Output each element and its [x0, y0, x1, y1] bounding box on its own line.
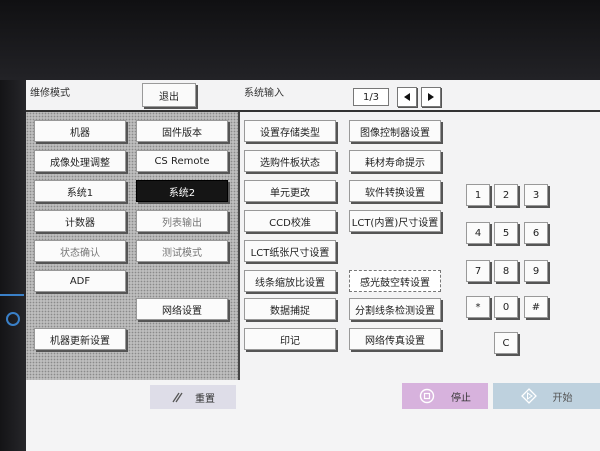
- stamp-button[interactable]: 印记: [244, 328, 336, 350]
- list-output-button[interactable]: 列表输出: [136, 210, 228, 232]
- memory-type-button[interactable]: 设置存储类型: [244, 120, 336, 142]
- stop-button[interactable]: 停止: [402, 383, 488, 409]
- touch-screen: 维修模式 退出 系统输入 1/3 机器 固件版本 成像处理调整 CS Remot…: [26, 80, 600, 451]
- exit-button[interactable]: 退出: [142, 83, 196, 107]
- stop-label: 停止: [451, 392, 471, 404]
- start-label: 开始: [552, 392, 573, 404]
- keypad-7[interactable]: 7: [466, 260, 490, 282]
- drum-idle-button[interactable]: 感光鼓空转设置: [349, 270, 441, 292]
- keypad-star[interactable]: *: [466, 296, 490, 318]
- software-switch-button[interactable]: 软件转换设置: [349, 180, 441, 202]
- section-title: 系统输入: [244, 88, 284, 99]
- status-check-button[interactable]: 状态确认: [34, 240, 126, 262]
- line-scale-button[interactable]: 线条缩放比设置: [244, 270, 336, 292]
- keypad-hash[interactable]: #: [524, 296, 548, 318]
- network-fax-button[interactable]: 网络传真设置: [349, 328, 441, 350]
- keypad-2[interactable]: 2: [494, 184, 518, 206]
- device-bezel-top: [0, 0, 600, 80]
- system1-button[interactable]: 系统1: [34, 180, 126, 202]
- keypad-0[interactable]: 0: [494, 296, 518, 318]
- keypad-clear[interactable]: C: [494, 332, 518, 354]
- triangle-right-icon: [428, 93, 434, 101]
- network-settings-button[interactable]: 网络设置: [136, 298, 228, 320]
- page-indicator: 1/3: [353, 88, 389, 106]
- machine-update-settings-button[interactable]: 机器更新设置: [34, 328, 126, 350]
- lct-paper-size-button[interactable]: LCT纸张尺寸设置: [244, 240, 336, 262]
- footer-bar: 重置 停止 开始: [26, 380, 600, 451]
- machine-button[interactable]: 机器: [34, 120, 126, 142]
- data-capture-button[interactable]: 数据捕捉: [244, 298, 336, 320]
- reset-button[interactable]: 重置: [150, 385, 236, 409]
- page-title: 维修模式: [30, 88, 70, 99]
- keypad-3[interactable]: 3: [524, 184, 548, 206]
- reset-label: 重置: [195, 393, 215, 405]
- triangle-left-icon: [404, 93, 410, 101]
- next-page-button[interactable]: [421, 87, 441, 107]
- keypad-5[interactable]: 5: [494, 222, 518, 244]
- test-mode-button[interactable]: 测试模式: [136, 240, 228, 262]
- start-icon: [520, 388, 537, 404]
- keypad-4[interactable]: 4: [466, 222, 490, 244]
- stop-icon: [419, 388, 435, 404]
- lct-internal-size-button[interactable]: LCT(内置)尺寸设置: [349, 210, 441, 232]
- option-board-status-button[interactable]: 选购件板状态: [244, 150, 336, 172]
- unit-change-button[interactable]: 单元更改: [244, 180, 336, 202]
- start-button[interactable]: 开始: [493, 383, 600, 409]
- keypad-9[interactable]: 9: [524, 260, 548, 282]
- split-line-detection-button[interactable]: 分割线条检测设置: [349, 298, 441, 320]
- device-bezel-left: [0, 80, 26, 451]
- cs-remote-button[interactable]: CS Remote: [136, 150, 228, 172]
- panel-divider: [238, 112, 240, 380]
- bezel-indicator-icon: [6, 312, 20, 326]
- ccd-calibration-button[interactable]: CCD校准: [244, 210, 336, 232]
- imaging-adjustment-button[interactable]: 成像处理调整: [34, 150, 126, 172]
- counter-button[interactable]: 计数器: [34, 210, 126, 232]
- firmware-version-button[interactable]: 固件版本: [136, 120, 228, 142]
- prev-page-button[interactable]: [397, 87, 417, 107]
- image-controller-button[interactable]: 图像控制器设置: [349, 120, 441, 142]
- slash-icon: [171, 391, 183, 403]
- keypad-8[interactable]: 8: [494, 260, 518, 282]
- keypad-6[interactable]: 6: [524, 222, 548, 244]
- keypad-1[interactable]: 1: [466, 184, 490, 206]
- adf-button[interactable]: ADF: [34, 270, 126, 292]
- bezel-indicator-line: [0, 294, 24, 296]
- consumable-life-button[interactable]: 耗材寿命提示: [349, 150, 441, 172]
- system2-button[interactable]: 系统2: [136, 180, 228, 202]
